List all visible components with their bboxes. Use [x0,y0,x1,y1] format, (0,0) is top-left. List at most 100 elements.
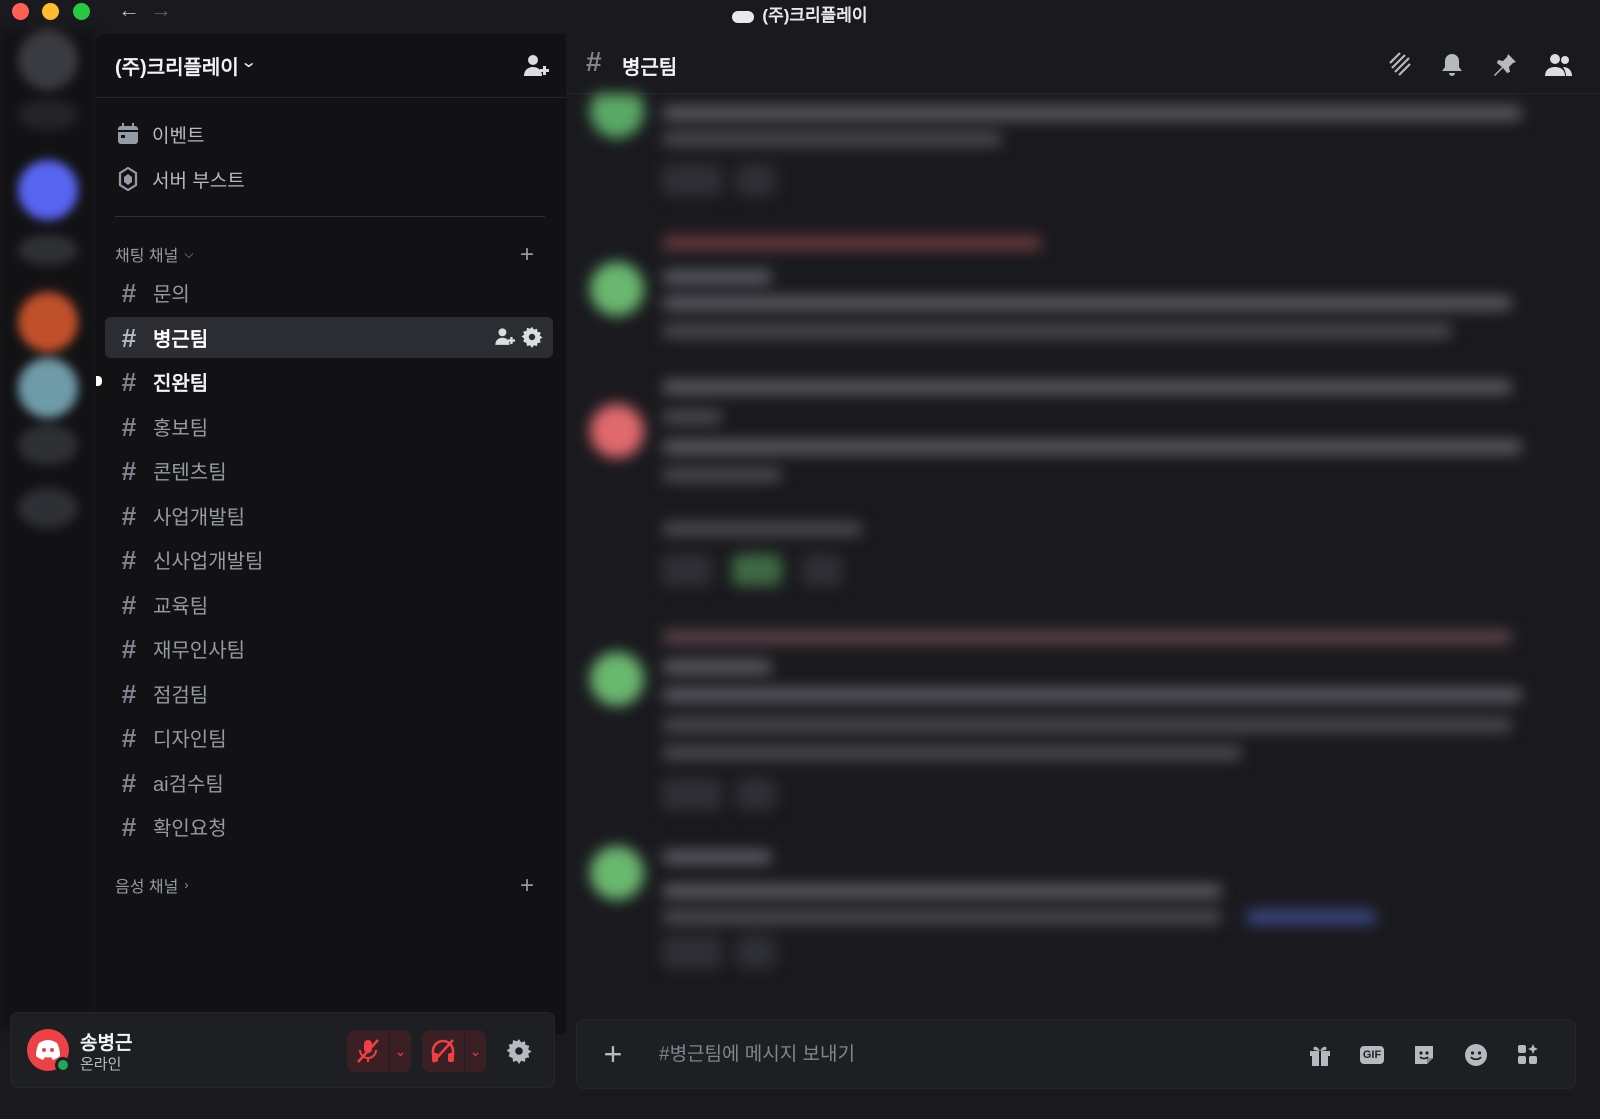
message-line [662,380,1512,394]
chat-area: # 병근팀 + #병근팀에 메시지 보내기 GIF [566,34,1600,1119]
server-mini-icon [732,10,755,23]
bell-icon[interactable] [1438,51,1466,79]
title-bar: ← → (주)크리플레이 [0,0,1600,30]
channel-item-병근팀[interactable]: # 병근팀 [105,317,553,358]
server-icon[interactable] [18,425,78,465]
channel-item-확인요청[interactable]: # 확인요청 [105,806,553,847]
microphone-muted-icon[interactable] [347,1030,389,1072]
channel-item-신사업개발팀[interactable]: # 신사업개발팀 [105,539,553,580]
unread-indicator [96,376,102,386]
category-label: 음성 채널 [115,879,179,896]
channel-item-교육팀[interactable]: # 교육팀 [105,584,553,625]
headphones-deafened-icon[interactable] [422,1030,464,1072]
gif-icon[interactable]: GIF [1357,1040,1387,1070]
message-list [566,94,1600,1044]
chevron-down-icon: ⌵ [184,246,194,261]
hash-icon: # [121,633,137,664]
channel-item-홍보팀[interactable]: # 홍보팀 [105,406,553,447]
channel-item-점검팀[interactable]: # 점검팀 [105,673,553,714]
reaction-chip [736,778,776,810]
category-label: 채팅 채널 [115,248,179,265]
server-icon[interactable] [18,160,78,220]
message-line [662,132,1002,146]
hash-icon: # [121,544,137,575]
server-name[interactable]: (주)크리플레이 [115,51,239,80]
channel-item-ai검수팀[interactable]: # ai검수팀 [105,762,553,803]
hash-icon: # [121,722,137,753]
channel-label: 홍보팀 [153,418,209,440]
channel-actions [493,326,543,354]
chevron-down-icon[interactable]: ⌄ [389,1030,411,1072]
gift-icon[interactable] [1305,1040,1335,1070]
emoji-icon[interactable] [1461,1040,1491,1070]
mute-control: ⌄ [347,1030,411,1072]
sticker-icon[interactable] [1409,1040,1439,1070]
channel-item-재무인사팀[interactable]: # 재무인사팀 [105,628,553,669]
user-status[interactable]: 온라인 [80,1053,121,1074]
message-input[interactable] [659,1040,1259,1070]
channel-item-디자인팀[interactable]: # 디자인팀 [105,717,553,758]
create-channel-plus-icon[interactable]: + [520,243,534,267]
message-avatar [590,94,644,138]
channel-label: 디자인팀 [153,729,227,751]
message-line [1246,910,1376,924]
window-title: (주)크리플레이 [0,1,1600,26]
channel-item-사업개발팀[interactable]: # 사업개발팀 [105,495,553,536]
message-avatar [590,652,644,706]
server-boost-menu-item[interactable]: 서버 부스트 [116,161,245,197]
channel-label: 교육팀 [153,596,209,618]
reaction-chip [732,554,782,586]
deafen-control: ⌄ [422,1030,486,1072]
channel-label: 사업개발팀 [153,507,245,529]
invite-people-icon[interactable] [521,52,549,80]
server-icon[interactable] [18,292,78,352]
channel-label: 확인요청 [153,818,227,840]
member-list-icon[interactable] [1544,51,1572,79]
chevron-down-icon[interactable]: ⌄ [464,1030,486,1072]
pin-icon[interactable] [1491,51,1519,79]
message-line [662,236,1042,250]
sidebar-divider [115,216,545,217]
server-icon[interactable] [18,100,78,130]
create-voice-channel-plus-icon[interactable]: + [520,874,534,898]
app-window: ← → (주)크리플레이 (주)크리플레이 ⌄ 이벤트 서버 부스트 채팅 채널… [0,0,1600,1119]
hash-icon: # [121,811,137,842]
server-icon[interactable] [18,30,78,90]
hash-icon: # [121,411,137,442]
server-boost-label: 서버 부스트 [152,170,245,192]
message-line [662,296,1512,310]
message-line [662,746,1242,760]
invite-people-icon[interactable] [493,326,515,354]
chat-header: # 병근팀 [566,34,1600,94]
server-icon[interactable] [18,358,78,418]
channel-label: 문의 [153,284,190,306]
gear-icon[interactable] [521,326,543,354]
voice-channel-category[interactable]: 음성 채널 › [115,873,188,897]
user-settings-gear-icon[interactable] [501,1033,537,1069]
user-panel: 송병근 온라인 ⌄ ⌄ [10,1012,555,1088]
channel-item-문의[interactable]: # 문의 [105,272,553,313]
reaction-chip [736,936,776,968]
apps-icon[interactable] [1513,1040,1543,1070]
user-name[interactable]: 송병근 [80,1028,132,1055]
server-icon[interactable] [18,235,78,265]
message-avatar [590,404,644,458]
hash-icon: # [121,322,137,353]
channel-item-진완팀[interactable]: # 진완팀 [96,361,553,402]
threads-icon[interactable] [1385,51,1413,79]
channel-item-콘텐츠팀[interactable]: # 콘텐츠팀 [105,450,553,491]
hash-icon: # [121,277,137,308]
calendar-icon [116,122,140,146]
server-header[interactable]: (주)크리플레이 ⌄ [96,34,566,98]
events-menu-item[interactable]: 이벤트 [116,116,204,152]
text-channel-category[interactable]: 채팅 채널 ⌵ [115,242,193,266]
hash-icon: # [121,678,137,709]
message-line [662,324,1452,338]
message-line [662,688,1522,702]
add-attachment-plus-icon[interactable]: + [595,1034,631,1074]
hash-icon: # [121,366,137,397]
message-composer: + GIF [576,1019,1576,1089]
channel-label: 병근팀 [153,329,209,351]
chevron-down-icon[interactable]: ⌄ [240,52,257,72]
server-icon[interactable] [18,488,78,528]
